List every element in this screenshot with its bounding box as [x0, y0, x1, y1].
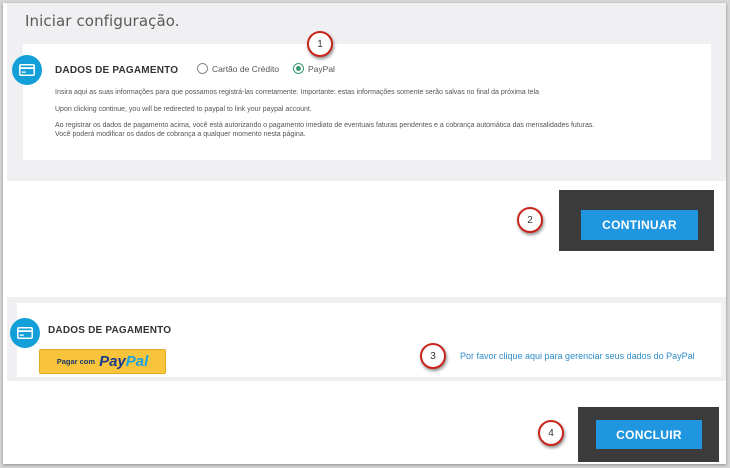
info-text: Insira aqui as suas informações para que… [55, 89, 540, 96]
callout-marker: 1 [307, 31, 333, 57]
radio-label-paypal: PayPal [308, 63, 335, 74]
radio-credit-card[interactable]: Cartão de Crédito [197, 63, 279, 74]
radio-label-credit-card: Cartão de Crédito [212, 63, 280, 74]
radio-button-checked[interactable] [293, 63, 304, 74]
paypal-logo-pay: Pay [99, 353, 126, 370]
callout-marker: 4 [538, 420, 564, 446]
continue-highlight: CONTINUAR [559, 190, 714, 251]
continue-button[interactable]: CONTINUAR [581, 210, 698, 240]
info-text: Upon clicking continue, you will be redi… [55, 106, 312, 113]
paypal-logo-pal: Pal [125, 353, 149, 370]
manage-paypal-link[interactable]: Por favor clique aqui para gerenciar seu… [460, 351, 695, 361]
app-frame: Iniciar configuração. DADOS DE PAGAMENTO… [3, 3, 726, 464]
payment-heading: DADOS DE PAGAMENTO [55, 65, 179, 76]
pay-with-paypal-button[interactable]: Pagar com Pay Pal [39, 349, 166, 374]
page-title: Iniciar configuração. [25, 12, 180, 30]
paypal-heading: DADOS DE PAGAMENTO [48, 325, 172, 336]
finish-highlight: CONCLUIR [578, 407, 719, 462]
paypal-button-prefix: Pagar com [56, 357, 96, 366]
finish-button[interactable]: CONCLUIR [596, 420, 702, 449]
payment-card [23, 44, 711, 160]
callout-marker: 3 [420, 343, 446, 369]
info-text: Você poderá modificar os dados de cobran… [55, 131, 306, 138]
radio-button[interactable] [197, 63, 208, 74]
callout-marker: 2 [517, 207, 543, 233]
credit-card-icon [12, 55, 42, 85]
credit-card-icon [10, 318, 40, 348]
info-text: Ao registrar os dados de pagamento acima… [55, 122, 595, 129]
radio-paypal[interactable]: PayPal [293, 63, 335, 74]
